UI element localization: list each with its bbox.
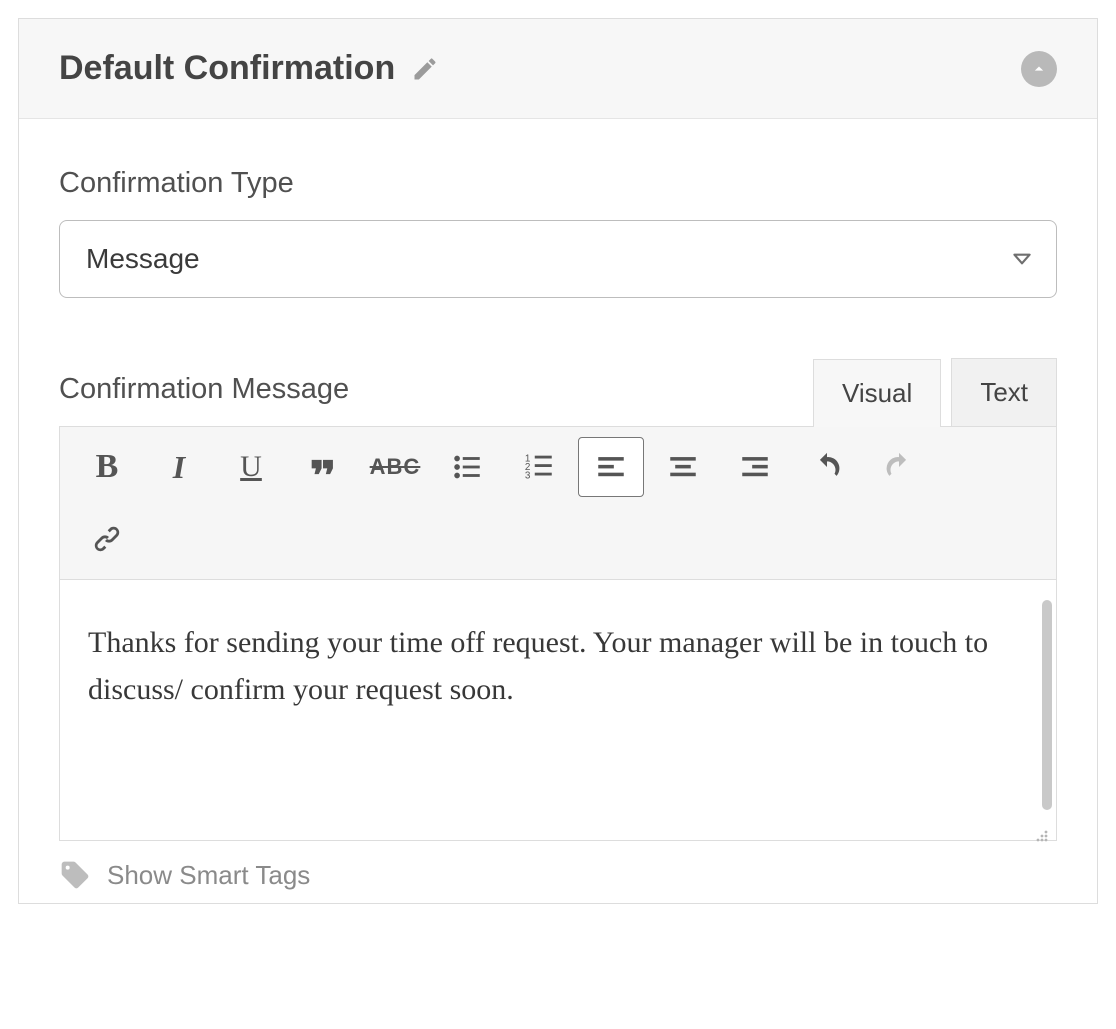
numbered-list-button[interactable]: 123 (506, 437, 572, 497)
edit-title-icon[interactable] (411, 55, 439, 83)
align-center-button[interactable] (650, 437, 716, 497)
panel-header: Default Confirmation (19, 19, 1097, 119)
message-header: Confirmation Message Visual Text (59, 358, 1057, 426)
show-smart-tags-link[interactable]: Show Smart Tags (107, 860, 310, 891)
italic-button[interactable]: I (146, 437, 212, 497)
blockquote-button[interactable] (290, 437, 356, 497)
tab-text[interactable]: Text (951, 358, 1057, 426)
tab-visual[interactable]: Visual (813, 359, 941, 427)
editor-toolbar: B I U ABC 123 (60, 427, 1056, 580)
undo-button[interactable] (794, 437, 860, 497)
smart-tags-row: Show Smart Tags (59, 859, 1057, 891)
align-right-button[interactable] (722, 437, 788, 497)
confirmation-panel: Default Confirmation Confirmation Type M… (18, 18, 1098, 904)
editor-content[interactable]: Thanks for sending your time off request… (60, 580, 1056, 840)
rich-text-editor: B I U ABC 123 (59, 426, 1057, 841)
bold-button[interactable]: B (74, 437, 140, 497)
confirmation-message-label: Confirmation Message (59, 373, 349, 426)
confirmation-message-field: Confirmation Message Visual Text B I U A… (59, 358, 1057, 891)
confirmation-type-select[interactable]: Message (59, 220, 1057, 298)
tag-icon (59, 859, 91, 891)
editor-tabs: Visual Text (813, 358, 1057, 426)
panel-title: Default Confirmation (59, 49, 395, 88)
strikethrough-button[interactable]: ABC (362, 437, 428, 497)
align-left-button[interactable] (578, 437, 644, 497)
svg-text:3: 3 (525, 470, 531, 481)
collapse-toggle[interactable] (1021, 51, 1057, 87)
bullet-list-button[interactable] (434, 437, 500, 497)
resize-handle-icon[interactable] (1026, 812, 1050, 836)
redo-button[interactable] (866, 437, 932, 497)
panel-title-wrap: Default Confirmation (59, 49, 439, 88)
editor-text: Thanks for sending your time off request… (88, 626, 988, 706)
link-button[interactable] (74, 509, 140, 569)
confirmation-type-label: Confirmation Type (59, 167, 1057, 200)
scrollbar-thumb[interactable] (1042, 600, 1052, 810)
confirmation-type-field: Confirmation Type Message (59, 167, 1057, 298)
confirmation-type-select-wrap: Message (59, 220, 1057, 298)
underline-button[interactable]: U (218, 437, 284, 497)
panel-body: Confirmation Type Message Confirmation M… (19, 119, 1097, 903)
